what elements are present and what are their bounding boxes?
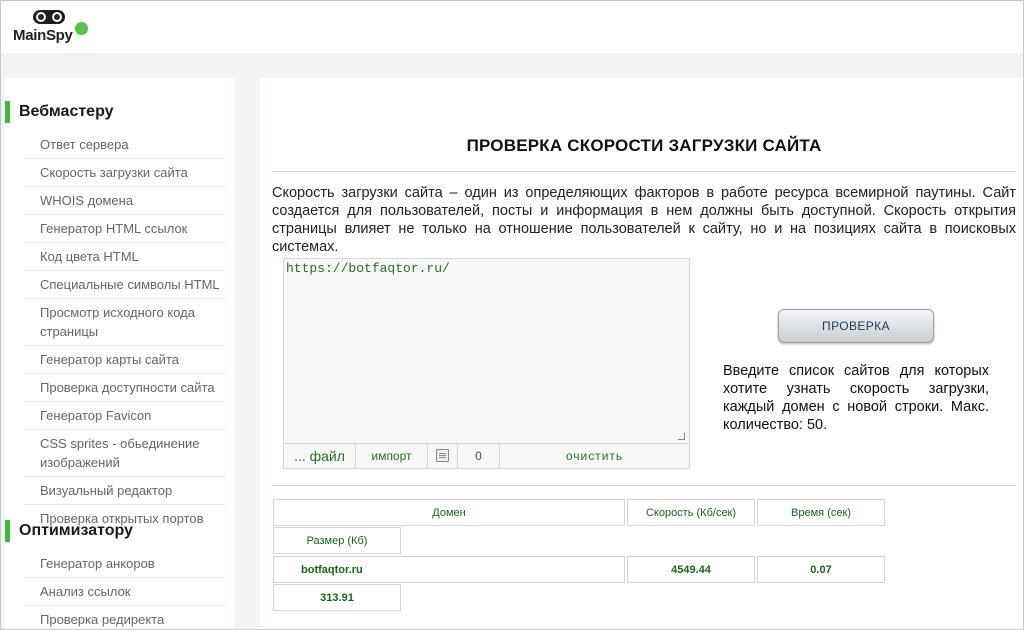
list-icon	[436, 449, 449, 462]
sidebar-section-title-optimizer: Оптимизатору	[5, 519, 133, 543]
sidebar-item-html-special-chars[interactable]: Специальные символы HTML	[24, 271, 225, 299]
table-header-size: Размер (Кб)	[273, 527, 401, 554]
file-button[interactable]: ... файл	[284, 444, 356, 468]
logo-text: MainSpy	[13, 27, 73, 44]
page-title: ПРОВЕРКА СКОРОСТИ ЗАГРУЗКИ САЙТА	[466, 136, 822, 155]
logo[interactable]: MainSpy	[13, 7, 93, 47]
sidebar-item-visual-editor[interactable]: Визуальный редактор	[24, 477, 225, 505]
editor-toolbar: ... файл импорт 0 очистить	[284, 443, 689, 468]
resize-handle[interactable]	[678, 433, 685, 440]
sidebar-item-sitemap-generator[interactable]: Генератор карты сайта	[24, 346, 225, 374]
table-header-time: Время (сек)	[757, 499, 885, 526]
sidebar-item-link-analysis[interactable]: Анализ ссылок	[24, 578, 225, 606]
sidebar-item-html-color-code[interactable]: Код цвета HTML	[24, 243, 225, 271]
table-cell-time: 0.07	[757, 556, 885, 583]
sidebar-item-availability-check[interactable]: Проверка доступности сайта	[24, 374, 225, 402]
url-list-textarea[interactable]: https://botfaqtor.ru/	[284, 259, 689, 443]
sidebar-item-load-speed[interactable]: Скорость загрузки сайта	[24, 159, 225, 187]
divider	[272, 171, 1016, 172]
url-list-editor: https://botfaqtor.ru/ ... файл импорт 0 …	[283, 258, 690, 469]
import-button[interactable]: импорт	[356, 444, 428, 468]
clear-button[interactable]: очистить	[500, 444, 689, 468]
sidebar-item-whois[interactable]: WHOIS домена	[24, 187, 225, 215]
sidebar: Вебмастеру Ответ сервера Скорость загруз…	[5, 78, 235, 630]
sidebar-item-redirect-check[interactable]: Проверка редиректа	[24, 606, 225, 630]
binoculars-icon	[33, 10, 65, 24]
table-cell-domain: botfaqtor.ru	[273, 556, 625, 583]
url-count: 0	[458, 444, 500, 468]
list-icon-button[interactable]	[428, 444, 458, 468]
sidebar-item-css-sprites[interactable]: CSS sprites - обьединение изображений	[24, 430, 225, 477]
sidebar-item-html-link-generator[interactable]: Генератор HTML ссылок	[24, 215, 225, 243]
sidebar-item-anchor-generator[interactable]: Генератор анкоров	[24, 550, 225, 578]
table-header-speed: Скорость (Кб/сек)	[627, 499, 755, 526]
main-content: ПРОВЕРКА СКОРОСТИ ЗАГРУЗКИ САЙТА Скорост…	[260, 78, 1024, 630]
divider	[272, 485, 1016, 486]
input-hint: Введите список сайтов для которых хотите…	[723, 363, 989, 433]
sidebar-nav-webmaster: Ответ сервера Скорость загрузки сайта WH…	[24, 131, 225, 532]
check-button[interactable]: ПРОВЕРКА	[778, 309, 934, 343]
table-cell-speed: 4549.44	[627, 556, 755, 583]
logo-badge	[75, 22, 88, 35]
sidebar-item-favicon-generator[interactable]: Генератор Favicon	[24, 402, 225, 430]
site-header: MainSpy	[1, 1, 1023, 53]
sidebar-nav-optimizer: Генератор анкоров Анализ ссылок Проверка…	[24, 550, 225, 630]
sidebar-section-title-webmaster: Вебмастеру	[5, 100, 114, 124]
table-cell-size: 313.91	[273, 584, 401, 611]
page-description: Скорость загрузки сайта – один из опреде…	[272, 185, 1016, 255]
sidebar-item-server-response[interactable]: Ответ сервера	[24, 131, 225, 159]
sidebar-item-view-source[interactable]: Просмотр исходного кода страницы	[24, 299, 225, 346]
table-header-domain: Домен	[273, 499, 625, 526]
